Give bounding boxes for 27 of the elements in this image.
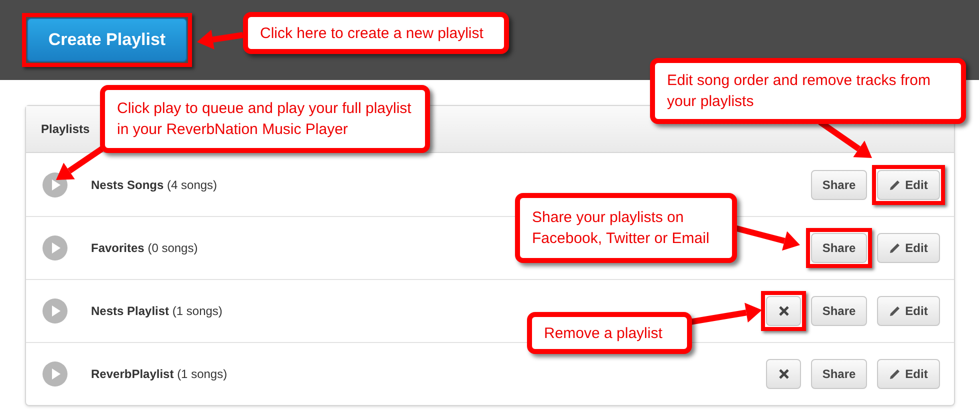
playlist-name: Nests Songs (4 songs) <box>91 176 218 194</box>
playlist-name: Nests Playlist (1 songs) <box>91 303 222 320</box>
callout-note: Click here to create a new playlist <box>243 12 509 54</box>
share-button[interactable]: Share <box>811 359 867 389</box>
pencil-icon <box>889 305 902 317</box>
playlist-name: ReverbPlaylist (1 songs) <box>91 366 228 383</box>
share-button[interactable]: Share <box>811 233 867 263</box>
share-button[interactable]: Share <box>811 296 867 326</box>
edit-button[interactable]: Edit <box>877 296 940 326</box>
callout-arrow <box>734 225 800 251</box>
pencil-icon <box>889 242 902 254</box>
callout-arrow <box>197 30 244 50</box>
callout-note: Edit song order and remove tracks from your playlists <box>650 58 966 124</box>
callout-note: Click play to queue and play your full playlist in your ReverbNation Music Player <box>100 85 430 153</box>
pencil-icon <box>889 368 902 380</box>
close-icon <box>778 369 788 379</box>
edit-button[interactable]: Edit <box>877 170 940 200</box>
edit-button[interactable]: Edit <box>877 359 940 389</box>
callout-note: Share your playlists on Facebook, Twitter or Email <box>515 193 737 263</box>
share-button[interactable]: Share <box>811 170 867 200</box>
edit-button[interactable]: Edit <box>877 233 940 263</box>
panel-title: Playlists <box>41 121 90 138</box>
playlist-name: Favorites (0 songs) <box>91 240 198 257</box>
remove-button[interactable] <box>766 359 801 389</box>
close-icon <box>778 306 788 316</box>
pencil-icon <box>889 178 902 190</box>
callout-note: Remove a playlist <box>527 312 692 354</box>
